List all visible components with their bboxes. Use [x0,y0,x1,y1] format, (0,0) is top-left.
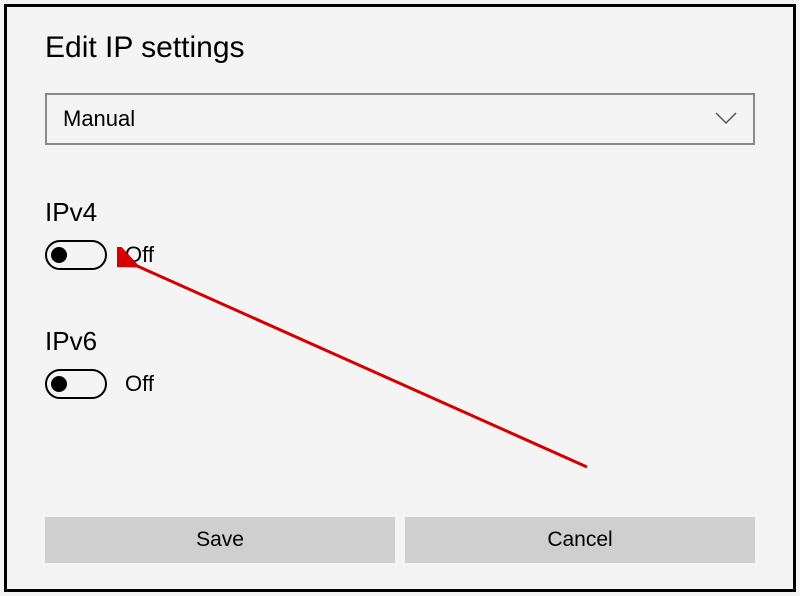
ipv4-label: IPv4 [45,197,755,228]
ipv4-toggle-row: Off [45,240,755,270]
dialog-content: Edit IP settings Manual IPv4 Off IPv6 Of… [7,7,793,589]
dropdown-selected-label: Manual [63,106,135,132]
toggle-knob-icon [51,376,67,392]
ipv4-toggle[interactable] [45,240,107,270]
chevron-down-icon [715,112,737,126]
toggle-knob-icon [51,247,67,263]
dialog-button-row: Save Cancel [45,517,755,563]
ipv6-toggle[interactable] [45,369,107,399]
annotation-arrow-icon [117,247,597,477]
ipv6-toggle-row: Off [45,369,755,399]
dialog-title: Edit IP settings [45,31,755,65]
ipv4-toggle-state: Off [125,242,154,268]
cancel-button[interactable]: Cancel [405,517,755,563]
ip-settings-dropdown[interactable]: Manual [45,93,755,145]
ipv6-toggle-state: Off [125,371,154,397]
save-button[interactable]: Save [45,517,395,563]
ipv6-label: IPv6 [45,326,755,357]
dialog-frame: Edit IP settings Manual IPv4 Off IPv6 Of… [4,4,796,592]
